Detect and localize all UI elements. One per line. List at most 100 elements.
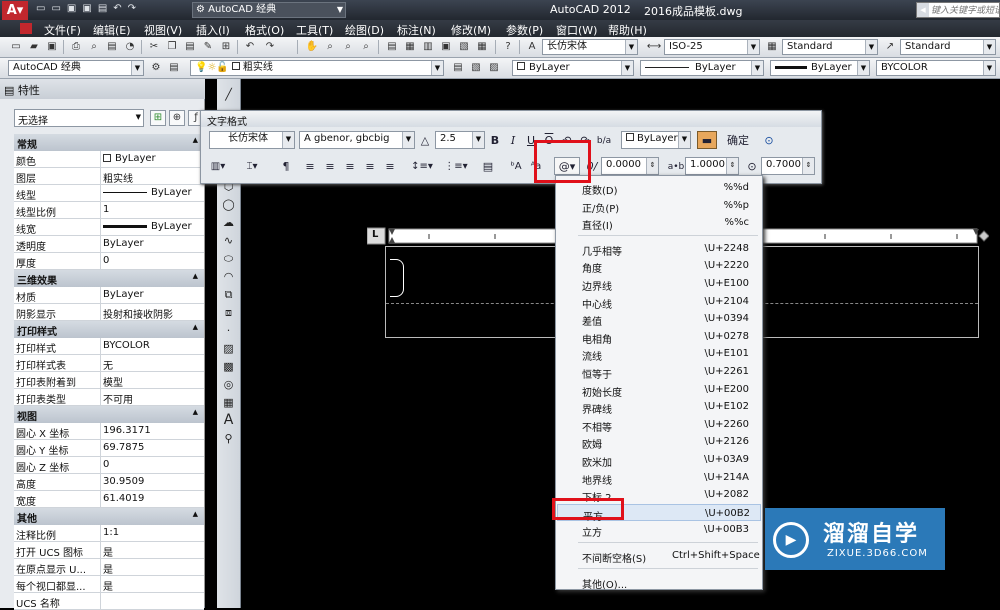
save-icon[interactable]: ▣: [44, 39, 60, 55]
menu-item-insert[interactable]: 插入(I): [196, 22, 230, 38]
table-icon[interactable]: ▦: [220, 395, 237, 410]
property-row[interactable]: 注释比例 1:1: [14, 525, 204, 542]
distribute-icon[interactable]: ≡: [381, 157, 399, 175]
property-row[interactable]: UCS 名称: [14, 593, 204, 610]
menu-item-window[interactable]: 窗口(W): [556, 22, 597, 38]
property-value[interactable]: 是: [100, 559, 204, 575]
ellipse-arc-icon[interactable]: ◠: [220, 269, 237, 284]
symbol-menu-item[interactable]: 直径(I) %%c: [557, 214, 761, 232]
undo-icon[interactable]: ↶: [113, 3, 127, 14]
property-row[interactable]: 材质 ByLayer: [14, 287, 204, 304]
symbol-menu-item[interactable]: 其他(O)...: [557, 573, 761, 591]
symbol-menu-item[interactable]: 欧姆 \U+2126: [557, 433, 761, 451]
italic-button[interactable]: I: [505, 131, 521, 149]
property-row[interactable]: 厚度 0: [14, 253, 204, 270]
property-value[interactable]: 粗实线: [100, 168, 204, 184]
lineweight-select[interactable]: ByLayer ▼: [770, 60, 870, 76]
plotstyle-select[interactable]: BYCOLOR ▼: [876, 60, 996, 76]
menu-item-tools[interactable]: 工具(T): [296, 22, 333, 38]
zoom-realtime-icon[interactable]: ⌕: [322, 39, 338, 55]
menu-item-draw[interactable]: 绘图(D): [345, 22, 384, 38]
layer-previous-icon[interactable]: ▧: [468, 60, 484, 76]
design-center-icon[interactable]: ▦: [402, 39, 418, 55]
menu-item-view[interactable]: 视图(V): [144, 22, 182, 38]
property-value[interactable]: ByLayer: [100, 287, 204, 303]
undo-icon[interactable]: ↶: [242, 39, 258, 55]
menu-item-file[interactable]: 文件(F): [44, 22, 81, 38]
property-row[interactable]: 阴影显示 投射和接收阴影: [14, 304, 204, 321]
ellipse-icon[interactable]: ⬭: [220, 251, 237, 266]
symbol-menu-item[interactable]: 电相角 \U+0278: [557, 328, 761, 346]
property-section-header[interactable]: 打印样式: [14, 321, 204, 338]
symbol-menu-item[interactable]: 中心线 \U+2104: [557, 293, 761, 311]
menu-item-dimension[interactable]: 标注(N): [397, 22, 436, 38]
property-row[interactable]: 在原点显示 U... 是: [14, 559, 204, 576]
symbol-menu-item[interactable]: 初始长度 \U+E200: [557, 381, 761, 399]
property-value[interactable]: 1:1: [100, 525, 204, 541]
bold-button[interactable]: B: [487, 131, 503, 149]
property-row[interactable]: 圆心 Z 坐标 0: [14, 457, 204, 474]
property-value[interactable]: ByLayer: [100, 236, 204, 252]
pan-icon[interactable]: ✋: [304, 39, 320, 55]
workspace-settings-icon[interactable]: ⚙: [148, 60, 164, 76]
paste-icon[interactable]: ▤: [182, 39, 198, 55]
property-value[interactable]: 模型: [100, 372, 204, 388]
table-style-select[interactable]: Standard ▼: [782, 39, 878, 55]
insert-block-icon[interactable]: ⧉: [220, 287, 237, 302]
property-value[interactable]: [100, 593, 204, 609]
block-editor-icon[interactable]: ⊞: [218, 39, 234, 55]
property-section-header[interactable]: 其他: [14, 508, 204, 525]
property-row[interactable]: 圆心 X 坐标 196.3171: [14, 423, 204, 440]
save-icon[interactable]: ▣: [67, 3, 82, 14]
match-properties-icon[interactable]: ✎: [200, 39, 216, 55]
menu-item-modify[interactable]: 修改(M): [451, 22, 491, 38]
multiline-text-icon[interactable]: A: [220, 413, 237, 428]
align-left-icon[interactable]: ≡: [301, 157, 319, 175]
numbering-icon[interactable]: ⋮≡▾: [443, 157, 469, 175]
symbol-menu-item[interactable]: 差值 \U+0394: [557, 310, 761, 328]
property-row[interactable]: 线宽 ByLayer: [14, 219, 204, 236]
layer-state-icon[interactable]: ▨: [486, 60, 502, 76]
symbol-menu-item[interactable]: 立方 \U+00B3: [557, 521, 761, 539]
property-row[interactable]: 打印表类型 不可用: [14, 389, 204, 406]
property-value[interactable]: 是: [100, 576, 204, 592]
property-value[interactable]: 无: [100, 355, 204, 371]
cut-icon[interactable]: ✂: [146, 39, 162, 55]
property-value[interactable]: 0: [100, 457, 204, 473]
property-value[interactable]: 投射和接收阴影: [100, 304, 204, 320]
color-select[interactable]: ByLayer ▼: [512, 60, 634, 76]
property-row[interactable]: 透明度 ByLayer: [14, 236, 204, 253]
property-row[interactable]: 线型 ByLayer: [14, 185, 204, 202]
width-factor-input[interactable]: 0.7000 ⇕: [761, 157, 815, 175]
symbol-menu-item[interactable]: 几乎相等 \U+2248: [557, 240, 761, 258]
redo-icon[interactable]: ↷: [128, 3, 142, 14]
3d-dwf-icon[interactable]: ◔: [122, 39, 138, 55]
region-icon[interactable]: ◎: [220, 377, 237, 392]
options-icon[interactable]: ⊙: [761, 131, 777, 149]
symbol-menu-item[interactable]: 角度 \U+2220: [557, 257, 761, 275]
open-icon[interactable]: ▰: [26, 39, 42, 55]
symbol-menu-item[interactable]: 不相等 \U+2260: [557, 416, 761, 434]
ruler-tab-type[interactable]: L: [372, 229, 378, 240]
make-current-layer-icon[interactable]: ▤: [450, 60, 466, 76]
property-row[interactable]: 图层 粗实线: [14, 168, 204, 185]
text-height-select[interactable]: 2.5 ▼: [435, 131, 485, 149]
menu-item-edit[interactable]: 编辑(E): [93, 22, 131, 38]
property-value[interactable]: 196.3171: [100, 423, 204, 439]
property-section-header[interactable]: 视图: [14, 406, 204, 423]
add-selected-icon[interactable]: ⚲: [220, 431, 237, 446]
search-field[interactable]: ◀ 键入关键字或短语: [916, 2, 1000, 18]
property-row[interactable]: 高度 30.9509: [14, 474, 204, 491]
property-row[interactable]: 打印表附着到 模型: [14, 372, 204, 389]
ok-button[interactable]: 确定: [723, 131, 753, 149]
hatch-icon[interactable]: ▨: [220, 341, 237, 356]
property-section-header[interactable]: 常规: [14, 134, 204, 151]
ruler-toggle-icon[interactable]: ▬: [697, 131, 717, 149]
property-value[interactable]: 0: [100, 253, 204, 269]
font-select[interactable]: A gbenor, gbcbig ▼: [299, 131, 415, 149]
symbol-menu-item[interactable]: 流线 \U+E101: [557, 345, 761, 363]
multileader-style-select[interactable]: Standard ▼: [900, 39, 996, 55]
property-section-header[interactable]: 三维效果: [14, 270, 204, 287]
property-row[interactable]: 线型比例 1: [14, 202, 204, 219]
circle-icon[interactable]: ◯: [220, 197, 237, 212]
